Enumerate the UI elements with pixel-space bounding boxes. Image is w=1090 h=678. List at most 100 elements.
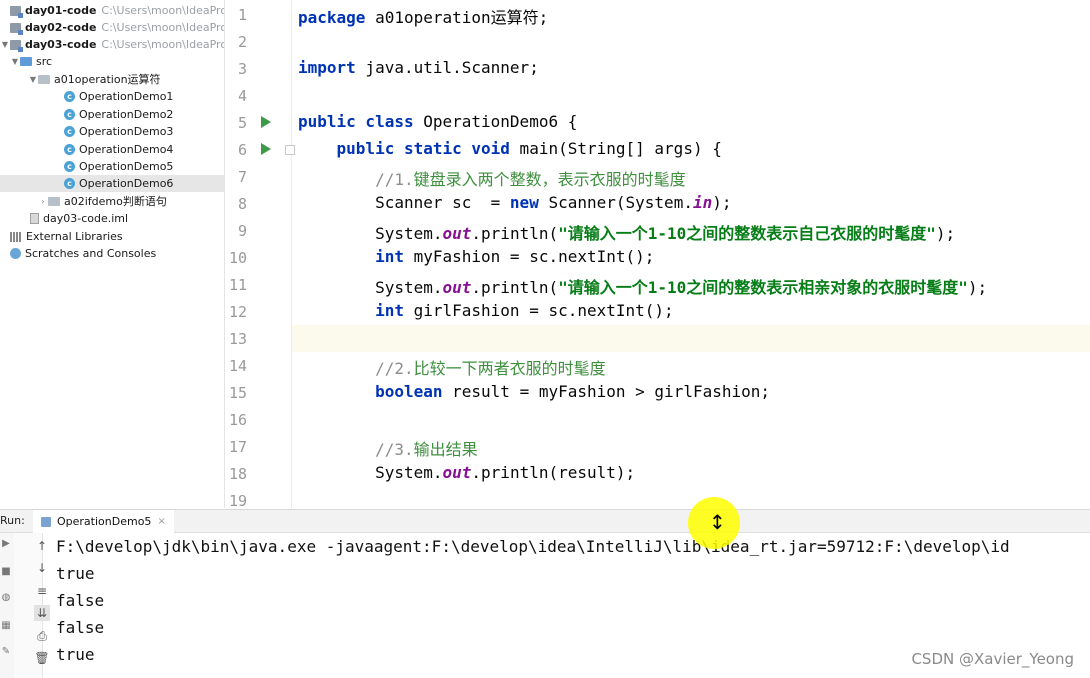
class-item-selected[interactable]: c OperationDemo6: [0, 175, 224, 192]
package-label: a01operation运算符: [54, 73, 161, 86]
class-item[interactable]: c OperationDemo4: [64, 141, 173, 158]
code-text: main(String[] args) {: [509, 139, 722, 158]
class-item[interactable]: c OperationDemo1: [64, 88, 173, 105]
line-number: 17: [228, 438, 247, 456]
class-label: OperationDemo5: [79, 160, 174, 173]
code-text: System.: [298, 224, 443, 243]
code-line-14: //2.比较一下两者衣服的时髦度: [298, 355, 606, 379]
console-command-line: F:\develop\jdk\bin\java.exe -javaagent:F…: [56, 537, 1010, 556]
fold-marker-icon[interactable]: [285, 145, 295, 155]
keyword: new: [509, 193, 539, 212]
code-text: result = myFashion > girlFashion;: [442, 382, 771, 401]
code-line-9: System.out.println("请输入一个1-10之间的整数表示自己衣服…: [298, 220, 955, 244]
console-toolbar: ↑ ↓ ≡ ⇊ ⎙ 🗑: [14, 533, 50, 678]
class-label: OperationDemo3: [79, 125, 174, 138]
code-editor[interactable]: 1 2 3 4 5 6 7 8 9 10 11 12 13 14 15 16 1…: [225, 0, 1090, 508]
code-text: Scanner(System.: [538, 193, 693, 212]
code-line-7: //1.键盘录入两个整数，表示衣服的时髦度: [298, 166, 686, 190]
code-text: );: [967, 278, 988, 297]
module-day01-code[interactable]: day01-code C:\Users\moon\IdeaProje: [10, 2, 224, 19]
external-libraries-label: External Libraries: [26, 230, 123, 243]
package-a02ifdemo[interactable]: › a02ifdemo判断语句: [38, 193, 167, 210]
down-arrow-icon[interactable]: ↓: [34, 560, 50, 576]
java-class-icon: c: [64, 109, 75, 120]
comment-prefix: //2.: [298, 359, 414, 378]
soft-wrap-icon[interactable]: ≡: [34, 583, 50, 599]
run-main-gutter-icon[interactable]: [261, 143, 271, 155]
package-label: a02ifdemo判断语句: [64, 195, 167, 208]
camera-icon[interactable]: ◍: [0, 591, 12, 605]
keyword: int: [375, 301, 404, 320]
keyword: public class: [298, 112, 414, 131]
run-actions-toolbar: ▶ ■ ◍ ▦ ✎: [0, 533, 14, 678]
console-output-line: true: [56, 645, 95, 664]
java-class-icon: c: [64, 91, 75, 102]
line-number: 10: [228, 249, 247, 267]
folder-src[interactable]: ▼ src: [10, 53, 52, 70]
scratches-and-consoles[interactable]: Scratches and Consoles: [10, 245, 156, 262]
up-arrow-icon[interactable]: ↑: [34, 538, 50, 554]
iml-file[interactable]: day03-code.iml: [30, 210, 128, 227]
code-line-3: import java.util.Scanner;: [298, 58, 539, 77]
external-libraries[interactable]: External Libraries: [10, 228, 123, 245]
rerun-icon[interactable]: ▶: [0, 537, 12, 551]
code-line-15: boolean result = myFashion > girlFashion…: [298, 382, 770, 401]
run-tab-label: OperationDemo5: [57, 515, 152, 528]
class-label: OperationDemo6: [79, 177, 174, 190]
class-item[interactable]: c OperationDemo2: [64, 106, 173, 123]
package-a01operation[interactable]: ▼ a01operation运算符: [28, 71, 161, 88]
line-number: 3: [237, 60, 247, 78]
comment-text: 键盘录入两个整数，表示衣服的时髦度: [413, 170, 686, 189]
line-number: 1: [237, 6, 247, 24]
code-line-1: package a01operation运算符;: [298, 4, 548, 28]
pin-icon[interactable]: ✎: [0, 645, 12, 659]
line-number: 14: [228, 357, 247, 375]
code-line-8: Scanner sc = new Scanner(System.in);: [298, 193, 731, 212]
resize-cursor-icon: ↕: [709, 510, 726, 534]
expand-arrow-icon[interactable]: ▼: [0, 36, 10, 53]
trash-icon[interactable]: 🗑: [34, 650, 50, 666]
java-class-icon: c: [64, 178, 75, 189]
line-number: 2: [237, 33, 247, 51]
module-day02-code[interactable]: day02-code C:\Users\moon\IdeaProje: [10, 19, 224, 36]
expand-arrow-icon[interactable]: ▼: [10, 53, 20, 70]
line-number: 5: [237, 114, 247, 132]
scroll-to-end-icon[interactable]: ⇊: [34, 605, 50, 621]
comment-prefix: //1.: [298, 170, 414, 189]
java-class-icon: c: [64, 144, 75, 155]
keyword: public static void: [336, 139, 510, 158]
collapse-arrow-icon[interactable]: ›: [38, 193, 48, 210]
code-text: );: [712, 193, 732, 212]
close-icon[interactable]: ×: [157, 510, 165, 533]
folder-label: src: [36, 55, 53, 68]
code-text: Scanner sc =: [298, 193, 510, 212]
module-day03-code[interactable]: ▼ day03-code C:\Users\moon\IdeaProje: [0, 36, 224, 53]
code-line-6: public static void main(String[] args) {: [298, 139, 722, 158]
line-number: 9: [237, 222, 247, 240]
layout-icon[interactable]: ▦: [0, 619, 12, 633]
print-icon[interactable]: ⎙: [34, 628, 50, 644]
line-number: 4: [237, 87, 247, 105]
run-class-gutter-icon[interactable]: [261, 116, 271, 128]
class-item[interactable]: c OperationDemo3: [64, 123, 173, 140]
java-class-icon: c: [64, 126, 75, 137]
string-literal: "请输入一个1-10之间的整数表示自己衣服的时髦度": [558, 224, 936, 243]
expand-arrow-icon[interactable]: ▼: [28, 71, 38, 88]
line-number: 13: [228, 330, 247, 348]
line-number: 18: [228, 465, 247, 483]
string-literal: "请输入一个1-10之间的整数表示相亲对象的衣服时髦度": [558, 278, 968, 297]
folder-icon: [20, 57, 32, 66]
code-line-11: System.out.println("请输入一个1-10之间的整数表示相亲对象…: [298, 274, 987, 298]
comment-text: 比较一下两者衣服的时髦度: [413, 359, 606, 378]
line-number: 19: [228, 492, 247, 508]
static-field: out: [442, 463, 472, 482]
code-text: System.: [298, 463, 443, 482]
code-line-17: //3.输出结果: [298, 436, 478, 460]
module-name: day03-code: [25, 38, 97, 51]
run-tab-operationdemo5[interactable]: OperationDemo5 ×: [33, 510, 174, 535]
stop-icon[interactable]: ■: [0, 565, 12, 579]
watermark: CSDN @Xavier_Yeong: [911, 650, 1074, 668]
class-item[interactable]: c OperationDemo5: [64, 158, 173, 175]
